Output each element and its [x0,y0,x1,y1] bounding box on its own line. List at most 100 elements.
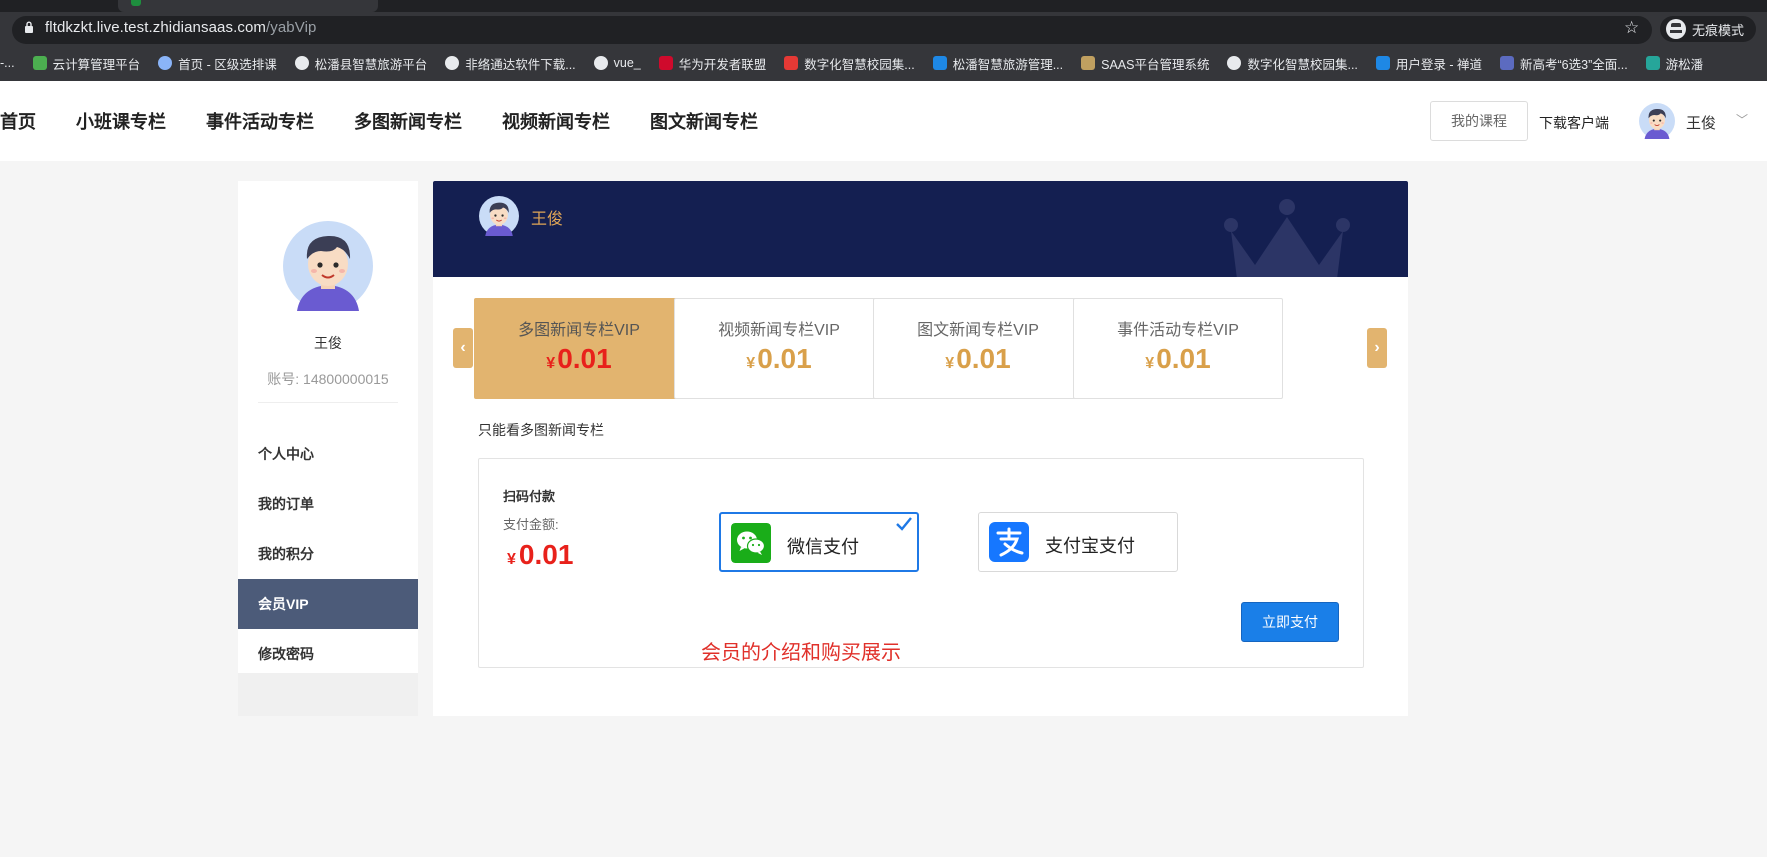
bookmark-label: 游松潘 [1665,57,1704,72]
profile-avatar [283,221,373,311]
sidebar-menu-item[interactable]: 我的积分 [238,529,418,579]
bookmark-item[interactable]: 数字化智慧校园集... [1227,54,1358,73]
vip-panel: 王俊 ‹ 多图新闻专栏VIP ¥0.01 视频新闻专栏VIP ¥0.01 图文新闻专栏V… [433,181,1408,716]
wechat-pay-option[interactable]: 微信支付 [719,512,919,572]
bookmark-label: 新高考“6选3”全面... [1520,57,1628,72]
bookmark-item[interactable]: vue_ [593,56,641,70]
bookmark-item[interactable]: 用户登录 - 禅道 [1375,54,1483,73]
active-tab[interactable] [118,0,378,12]
sidebar-menu-item[interactable]: 个人中心 [238,429,418,479]
sidebar-menu-item[interactable]: 会员VIP [238,579,418,629]
bookmark-label: SAAS平台管理系统 [1101,57,1210,72]
bookmark-item[interactable]: -... [0,56,15,70]
carousel-next-button[interactable]: › [1367,328,1387,368]
globe-icon [1227,56,1242,70]
download-client-link[interactable]: 下载客户端 [1539,113,1609,133]
bookmark-item[interactable]: 松潘智慧旅游管理... [932,54,1064,73]
sidebar-menu-item[interactable]: 修改密码 [238,629,418,679]
tab-strip [0,0,1767,12]
nav-item[interactable]: 多图新闻专栏 [354,108,462,134]
bookmark-item[interactable]: 首页 - 区级选排课 [158,54,277,73]
bookmark-label: 用户登录 - 禅道 [1395,57,1483,72]
bookmark-item[interactable]: 华为开发者联盟 [658,54,766,73]
vip-plan-amount: 0.01 [757,343,812,374]
bookmarks-bar: -... 云计算管理平台 首页 - 区级选排课 松潘县智慧旅游平台 非络通达软件下载..… [0,50,1767,76]
vip-plan-price: ¥0.01 [475,343,683,375]
bookmark-label: 数字化智慧校园集... [1247,57,1358,72]
sidebar: 王俊 账号: 14800000015 个人中心 我的订单 我的积分 会员VIP 修改密码 [238,181,418,716]
saas-icon [1081,56,1096,70]
bookmark-item[interactable]: 新高考“6选3”全面... [1500,54,1628,73]
globe-icon [593,56,608,70]
nav-item[interactable]: 视频新闻专栏 [502,108,610,134]
campus-icon [784,56,799,70]
avatar[interactable] [1639,103,1675,139]
bookmark-item[interactable]: 松潘县智慧旅游平台 [294,54,428,73]
incognito-indicator[interactable]: 无痕模式 [1660,16,1757,42]
bookmark-label: 数字化智慧校园集... [804,57,915,72]
globe-icon [294,56,309,70]
nav-item[interactable]: 图文新闻专栏 [650,108,758,134]
lock-icon [25,21,33,33]
divider [258,402,398,403]
vip-banner: 王俊 [433,181,1408,277]
bookmark-label: 松潘县智慧旅游平台 [314,57,428,72]
cloud-icon [32,56,47,70]
grid-icon [1500,56,1515,70]
vip-description: 只能看多图新闻专栏 [478,422,604,438]
vip-plan-amount: 0.01 [557,343,612,374]
payment-amount-label: 支付金额: [503,517,559,532]
huawei-icon [658,56,673,70]
pay-now-button[interactable]: 立即支付 [1241,602,1339,642]
payment-currency: ¥ [507,551,516,568]
profile-name: 王俊 [314,335,342,351]
bookmark-item[interactable]: 游松潘 [1645,54,1704,73]
nav-item[interactable]: 事件活动专栏 [206,108,314,134]
bookmark-label: 松潘智慧旅游管理... [952,57,1064,72]
payment-amount: ¥0.01 [507,539,573,571]
bookmark-label: 云计算管理平台 [52,57,141,72]
sidebar-footer-area [238,673,418,716]
incognito-icon [1666,19,1686,39]
vip-plan-card[interactable]: 视频新闻专栏VIP ¥0.01 [674,298,884,399]
header-user-name[interactable]: 王俊 [1686,112,1716,133]
vip-plan-price: ¥0.01 [874,343,1082,375]
alipay-option[interactable]: 支付宝支付 [978,512,1178,572]
bookmark-item[interactable]: 非络通达软件下载... [445,54,576,73]
chevron-down-icon[interactable]: ﹀ [1736,111,1748,128]
vip-plan-card[interactable]: 多图新闻专栏VIP ¥0.01 [474,298,684,399]
bookmark-label: 首页 - 区级选排课 [178,57,277,72]
alipay-label: 支付宝支付 [1045,536,1135,556]
nav-item[interactable]: 小班课专栏 [76,108,166,134]
nav-item[interactable]: 首页 [0,108,36,134]
bookmark-item[interactable]: SAAS平台管理系统 [1081,54,1209,73]
alipay-icon [989,522,1029,562]
bookmark-star-icon[interactable]: ☆ [1624,18,1639,38]
payment-amount-value: 0.01 [518,539,574,570]
vip-plan-currency: ¥ [1145,355,1155,372]
vip-plan-card[interactable]: 图文新闻专栏VIP ¥0.01 [873,298,1083,399]
vip-plan-name: 多图新闻专栏VIP [518,322,640,339]
bookmark-item[interactable]: 数字化智慧校园集... [784,54,915,73]
check-icon [896,517,912,531]
wechat-icon [731,523,771,563]
vip-plan-name: 图文新闻专栏VIP [917,322,1039,339]
annotation-text: 会员的介绍和购买展示 [701,642,901,664]
vip-plan-card[interactable]: 事件活动专栏VIP ¥0.01 [1073,298,1283,399]
bookmark-label: 非络通达软件下载... [465,57,576,72]
carousel-prev-button[interactable]: ‹ [453,328,473,368]
bookmark-label: vue_ [613,56,641,70]
main-nav: 首页 小班课专栏 事件活动专栏 多图新闻专栏 视频新闻专栏 图文新闻专栏 [0,81,798,161]
my-courses-button[interactable]: 我的课程 [1430,101,1528,141]
bookmark-item[interactable]: 云计算管理平台 [32,54,141,73]
url-text[interactable]: fltdkzkt.live.test.zhidiansaas.com/yabVi… [45,19,316,36]
zentao-icon [1375,56,1390,70]
bookmark-label: -... [0,56,15,70]
sidebar-menu-item[interactable]: 我的订单 [238,479,418,529]
wechat-pay-label: 微信支付 [787,537,859,557]
url-path: /yabVip [266,19,317,36]
vip-plan-price: ¥0.01 [675,343,883,375]
payment-title: 扫码付款 [503,489,556,504]
vip-plan-name: 事件活动专栏VIP [1117,322,1239,339]
sidebar-menu: 个人中心 我的订单 我的积分 会员VIP 修改密码 [238,429,418,679]
